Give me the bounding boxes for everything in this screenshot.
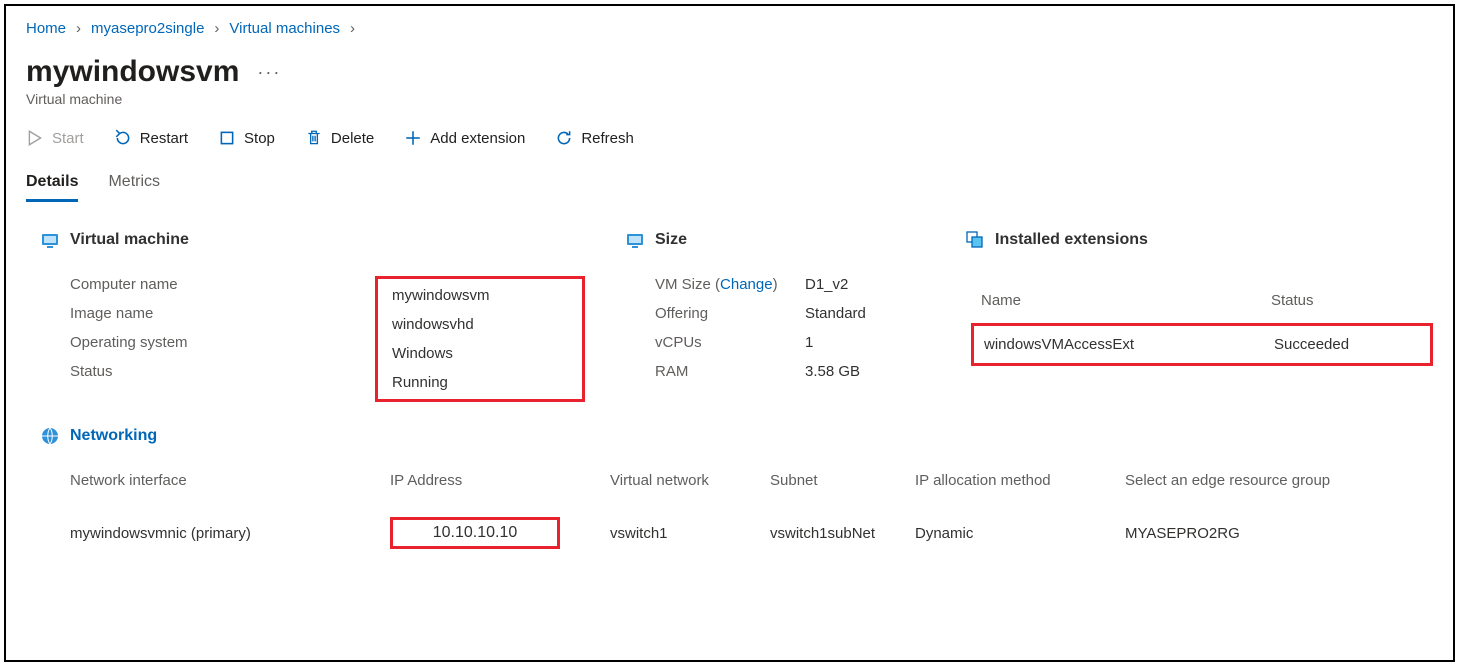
breadcrumb-level1[interactable]: myasepro2single (91, 20, 204, 37)
vm-label-status: Status (70, 363, 375, 380)
size-value-offering: Standard (805, 305, 925, 322)
change-vm-size-link[interactable]: Change (720, 276, 773, 293)
refresh-icon (555, 129, 573, 147)
extensions-section-header: Installed extensions (965, 230, 1433, 250)
net-row-ip-highlight: 10.10.10.10 (390, 517, 560, 549)
net-header-subnet: Subnet (770, 472, 915, 489)
stop-icon (218, 129, 236, 147)
size-value-vcpus: 1 (805, 334, 925, 351)
tab-details[interactable]: Details (26, 173, 78, 202)
size-value-vmsize: D1_v2 (805, 276, 925, 293)
restart-icon (114, 129, 132, 147)
tab-bar: Details Metrics (26, 173, 1433, 202)
restart-label: Restart (140, 130, 188, 147)
networking-table-header: Network interface IP Address Virtual net… (70, 472, 1433, 505)
size-value-ram: 3.58 GB (805, 363, 925, 380)
size-label-ram: RAM (655, 363, 805, 380)
start-label: Start (52, 130, 84, 147)
networking-row[interactable]: mywindowsvmnic (primary) 10.10.10.10 vsw… (70, 505, 1433, 549)
vm-label-image-name: Image name (70, 305, 375, 322)
start-button: Start (26, 129, 84, 147)
networking-section-title: Networking (70, 427, 157, 445)
size-label-offering: Offering (655, 305, 805, 322)
vm-value-computer-name: mywindowsvm (392, 287, 568, 304)
chevron-right-icon: › (350, 20, 355, 37)
page-title: mywindowsvm (26, 55, 239, 89)
net-header-nic: Network interface (70, 472, 390, 489)
globe-icon (40, 426, 60, 446)
ext-header-status: Status (1271, 292, 1314, 309)
stop-label: Stop (244, 130, 275, 147)
ext-row-name: windowsVMAccessExt (984, 336, 1274, 353)
extensions-table-header: Name Status (971, 286, 1433, 315)
chevron-right-icon: › (76, 20, 81, 37)
delete-button[interactable]: Delete (305, 129, 374, 147)
refresh-button[interactable]: Refresh (555, 129, 634, 147)
net-row-nic: mywindowsvmnic (primary) (70, 525, 390, 542)
extensions-section-title: Installed extensions (995, 231, 1148, 249)
extensions-icon (965, 230, 985, 250)
add-extension-label: Add extension (430, 130, 525, 147)
vm-label-os: Operating system (70, 334, 375, 351)
extensions-row-highlight: windowsVMAccessExt Succeeded (971, 323, 1433, 366)
net-header-rg: Select an edge resource group (1125, 472, 1405, 489)
extensions-row[interactable]: windowsVMAccessExt Succeeded (974, 326, 1430, 363)
size-section-header: Size (625, 230, 925, 250)
refresh-label: Refresh (581, 130, 634, 147)
trash-icon (305, 129, 323, 147)
page-subtitle: Virtual machine (26, 91, 1433, 107)
add-extension-button[interactable]: Add extension (404, 129, 525, 147)
vm-icon (40, 230, 60, 250)
net-header-ip: IP Address (390, 472, 610, 489)
net-row-subnet: vswitch1subNet (770, 525, 915, 542)
vm-value-status: Running (392, 374, 568, 391)
stop-button[interactable]: Stop (218, 129, 275, 147)
delete-label: Delete (331, 130, 374, 147)
net-row-rg: MYASEPRO2RG (1125, 525, 1405, 542)
ext-row-status: Succeeded (1274, 336, 1349, 353)
vm-value-image-name: windowsvhd (392, 316, 568, 333)
size-label-vcpus: vCPUs (655, 334, 805, 351)
breadcrumb: Home › myasepro2single › Virtual machine… (26, 20, 1433, 37)
plus-icon (404, 129, 422, 147)
net-row-vnet: vswitch1 (610, 525, 770, 542)
more-actions-button[interactable]: ··· (257, 62, 281, 83)
restart-button[interactable]: Restart (114, 129, 188, 147)
size-section-title: Size (655, 231, 687, 249)
vm-value-os: Windows (392, 345, 568, 362)
breadcrumb-level2[interactable]: Virtual machines (229, 20, 340, 37)
breadcrumb-home[interactable]: Home (26, 20, 66, 37)
ext-header-name: Name (981, 292, 1271, 309)
command-bar: Start Restart Stop Delete Add extension … (26, 129, 1433, 147)
net-row-alloc: Dynamic (915, 525, 1125, 542)
net-header-alloc: IP allocation method (915, 472, 1125, 489)
size-icon (625, 230, 645, 250)
tab-metrics[interactable]: Metrics (108, 173, 160, 202)
vm-label-computer-name: Computer name (70, 276, 375, 293)
networking-section-header[interactable]: Networking (40, 426, 1433, 446)
vm-values-highlight: mywindowsvm windowsvhd Windows Running (375, 276, 585, 402)
vm-section-header: Virtual machine (40, 230, 585, 250)
net-header-vnet: Virtual network (610, 472, 770, 489)
vm-section-title: Virtual machine (70, 231, 189, 249)
chevron-right-icon: › (214, 20, 219, 37)
size-label-vmsize: VM Size (Change) (655, 276, 805, 293)
play-icon (26, 129, 44, 147)
